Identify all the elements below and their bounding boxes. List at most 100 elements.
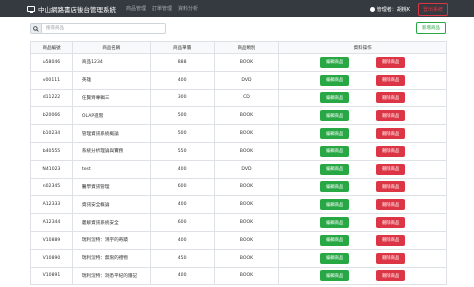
cell-id: N41023: [30, 159, 73, 179]
cell-category: DVD: [213, 70, 280, 90]
cell-price: 500: [149, 106, 215, 126]
delete-product-button[interactable]: 刪除商品: [376, 163, 406, 175]
user-icon: [369, 7, 375, 12]
cell-category: CD: [213, 88, 280, 108]
cell-price: 600: [149, 177, 215, 197]
header-id: 商品編號: [30, 41, 73, 54]
cell-name: 資訊安全概論: [71, 195, 151, 215]
edit-product-button[interactable]: 編輯商品: [320, 110, 350, 122]
cell-name: test: [71, 159, 151, 179]
delete-product-button[interactable]: 刪除商品: [376, 199, 406, 211]
table-row: b10234 管理資訊系統概論 500 BOOK 編輯商品 刪除商品: [30, 124, 447, 143]
edit-product-button[interactable]: 編輯商品: [320, 56, 350, 68]
edit-product-button[interactable]: 編輯商品: [320, 74, 350, 86]
cell-actions: 編輯商品 刪除商品: [278, 159, 447, 179]
table-row: A12344 叢解資訊系統安全 600 BOOK 編輯商品 刪除商品: [30, 213, 447, 232]
edit-product-button[interactable]: 編輯商品: [320, 217, 350, 229]
delete-product-button[interactable]: 刪除商品: [376, 145, 406, 157]
cell-category: BOOK: [213, 141, 280, 161]
header-name: 商品名稱: [71, 41, 151, 54]
cell-actions: 編輯商品 刪除商品: [278, 53, 447, 72]
search-icon: [33, 25, 39, 32]
cell-id: A12344: [30, 213, 73, 232]
cell-actions: 編輯商品 刪除商品: [278, 124, 447, 143]
table-row: u58046 商品1234 888 BOOK 編輯商品 刪除商品: [30, 53, 447, 72]
user-label: 管理者：胡桃K: [376, 7, 410, 13]
cell-price: 400: [149, 266, 215, 286]
cell-name: 管理資訊系統概論: [71, 124, 151, 143]
cell-name: 瑞利涅特：洞悉平紀的隱記: [71, 266, 151, 286]
edit-product-button[interactable]: 編輯商品: [320, 234, 350, 246]
search-button[interactable]: [31, 24, 42, 33]
cell-name: 系統分析理論與實務: [71, 141, 151, 161]
cell-actions: 編輯商品 刪除商品: [278, 213, 447, 232]
cell-price: 888: [149, 53, 215, 72]
delete-product-button[interactable]: 刪除商品: [376, 270, 406, 282]
search-group: [30, 23, 166, 34]
cell-actions: 編輯商品 刪除商品: [278, 266, 447, 286]
nav-link-products[interactable]: 商品管理: [126, 5, 146, 12]
nav-user-area: 管理者：胡桃K 登出系統: [369, 3, 448, 16]
edit-product-button[interactable]: 編輯商品: [320, 252, 350, 264]
delete-product-button[interactable]: 刪除商品: [376, 181, 406, 193]
cell-category: BOOK: [213, 230, 280, 250]
delete-product-button[interactable]: 刪除商品: [376, 128, 406, 140]
brand-title: 中山網路書店後台管理系統: [38, 5, 116, 14]
cell-price: 400: [149, 195, 215, 215]
edit-product-button[interactable]: 編輯商品: [320, 181, 350, 193]
cell-category: BOOK: [213, 213, 280, 232]
cell-actions: 編輯商品 刪除商品: [278, 177, 447, 197]
cell-name: 醫學資訊管理: [71, 177, 151, 197]
table-row: V10889 瑞利涅特：鴻宇的奇蹟 400 BOOK 編輯商品 刪除商品: [30, 230, 447, 250]
nav-links: 商品管理 訂單管理 資料分析: [126, 5, 204, 12]
table-row: N41023 test 400 DVD 編輯商品 刪除商品: [30, 159, 447, 179]
table-row: V10890 瑞利涅特：無限的禮物 450 BOOK 編輯商品 刪除商品: [30, 248, 447, 268]
cell-category: BOOK: [213, 177, 280, 197]
delete-product-button[interactable]: 刪除商品: [376, 234, 406, 246]
cell-name: OLAP進階: [71, 106, 151, 126]
delete-product-button[interactable]: 刪除商品: [376, 74, 406, 86]
search-input[interactable]: [42, 24, 165, 33]
cell-price: 550: [149, 141, 215, 161]
cell-actions: 編輯商品 刪除商品: [278, 141, 447, 161]
cell-price: 450: [149, 248, 215, 268]
header-price: 商品單價: [149, 41, 215, 54]
table-row: A12333 資訊安全概論 400 BOOK 編輯商品 刪除商品: [30, 195, 447, 215]
cell-id: b20066: [30, 106, 73, 126]
edit-product-button[interactable]: 編輯商品: [320, 163, 350, 175]
cell-name: 任賢齊專輯三: [71, 88, 151, 108]
delete-product-button[interactable]: 刪除商品: [376, 252, 406, 264]
edit-product-button[interactable]: 編輯商品: [320, 199, 350, 211]
cell-id: v00111: [30, 70, 73, 90]
cell-id: d11222: [30, 88, 73, 108]
delete-product-button[interactable]: 刪除商品: [376, 217, 406, 229]
cell-id: b40555: [30, 141, 73, 161]
table-header-row: 商品編號 商品名稱 商品單價 商品類別 資料操作: [30, 41, 447, 54]
edit-product-button[interactable]: 編輯商品: [320, 145, 350, 157]
cell-actions: 編輯商品 刪除商品: [278, 88, 447, 108]
cell-category: DVD: [213, 159, 280, 179]
table-body: u58046 商品1234 888 BOOK 編輯商品 刪除商品 v00111 英雄 400 DV…: [30, 53, 447, 286]
top-navbar: 中山網路書店後台管理系統 商品管理 訂單管理 資料分析 管理者：胡桃K 登出系統: [0, 0, 474, 17]
table-row: b20066 OLAP進階 500 BOOK 編輯商品 刪除商品: [30, 106, 447, 126]
cell-actions: 編輯商品 刪除商品: [278, 106, 447, 126]
nav-link-orders[interactable]: 訂單管理: [152, 5, 172, 12]
delete-product-button[interactable]: 刪除商品: [376, 92, 406, 104]
table-row: V10891 瑞利涅特：洞悉平紀的隱記 400 BOOK 編輯商品 刪除商品: [30, 266, 447, 286]
cell-actions: 編輯商品 刪除商品: [278, 230, 447, 250]
cell-name: 商品1234: [71, 53, 151, 72]
monitor-icon: [27, 5, 35, 13]
cell-price: 500: [149, 124, 215, 143]
brand[interactable]: 中山網路書店後台管理系統: [27, 4, 116, 14]
cell-id: b10234: [30, 124, 73, 143]
edit-product-button[interactable]: 編輯商品: [320, 92, 350, 104]
cell-id: V10890: [30, 248, 73, 268]
delete-product-button[interactable]: 刪除商品: [376, 56, 406, 68]
edit-product-button[interactable]: 編輯商品: [320, 270, 350, 282]
header-category: 商品類別: [213, 41, 280, 54]
delete-product-button[interactable]: 刪除商品: [376, 110, 406, 122]
edit-product-button[interactable]: 編輯商品: [320, 128, 350, 140]
add-product-button[interactable]: 新增商品: [416, 22, 446, 34]
nav-link-analytics[interactable]: 資料分析: [178, 5, 198, 12]
logout-button[interactable]: 登出系統: [417, 3, 448, 16]
